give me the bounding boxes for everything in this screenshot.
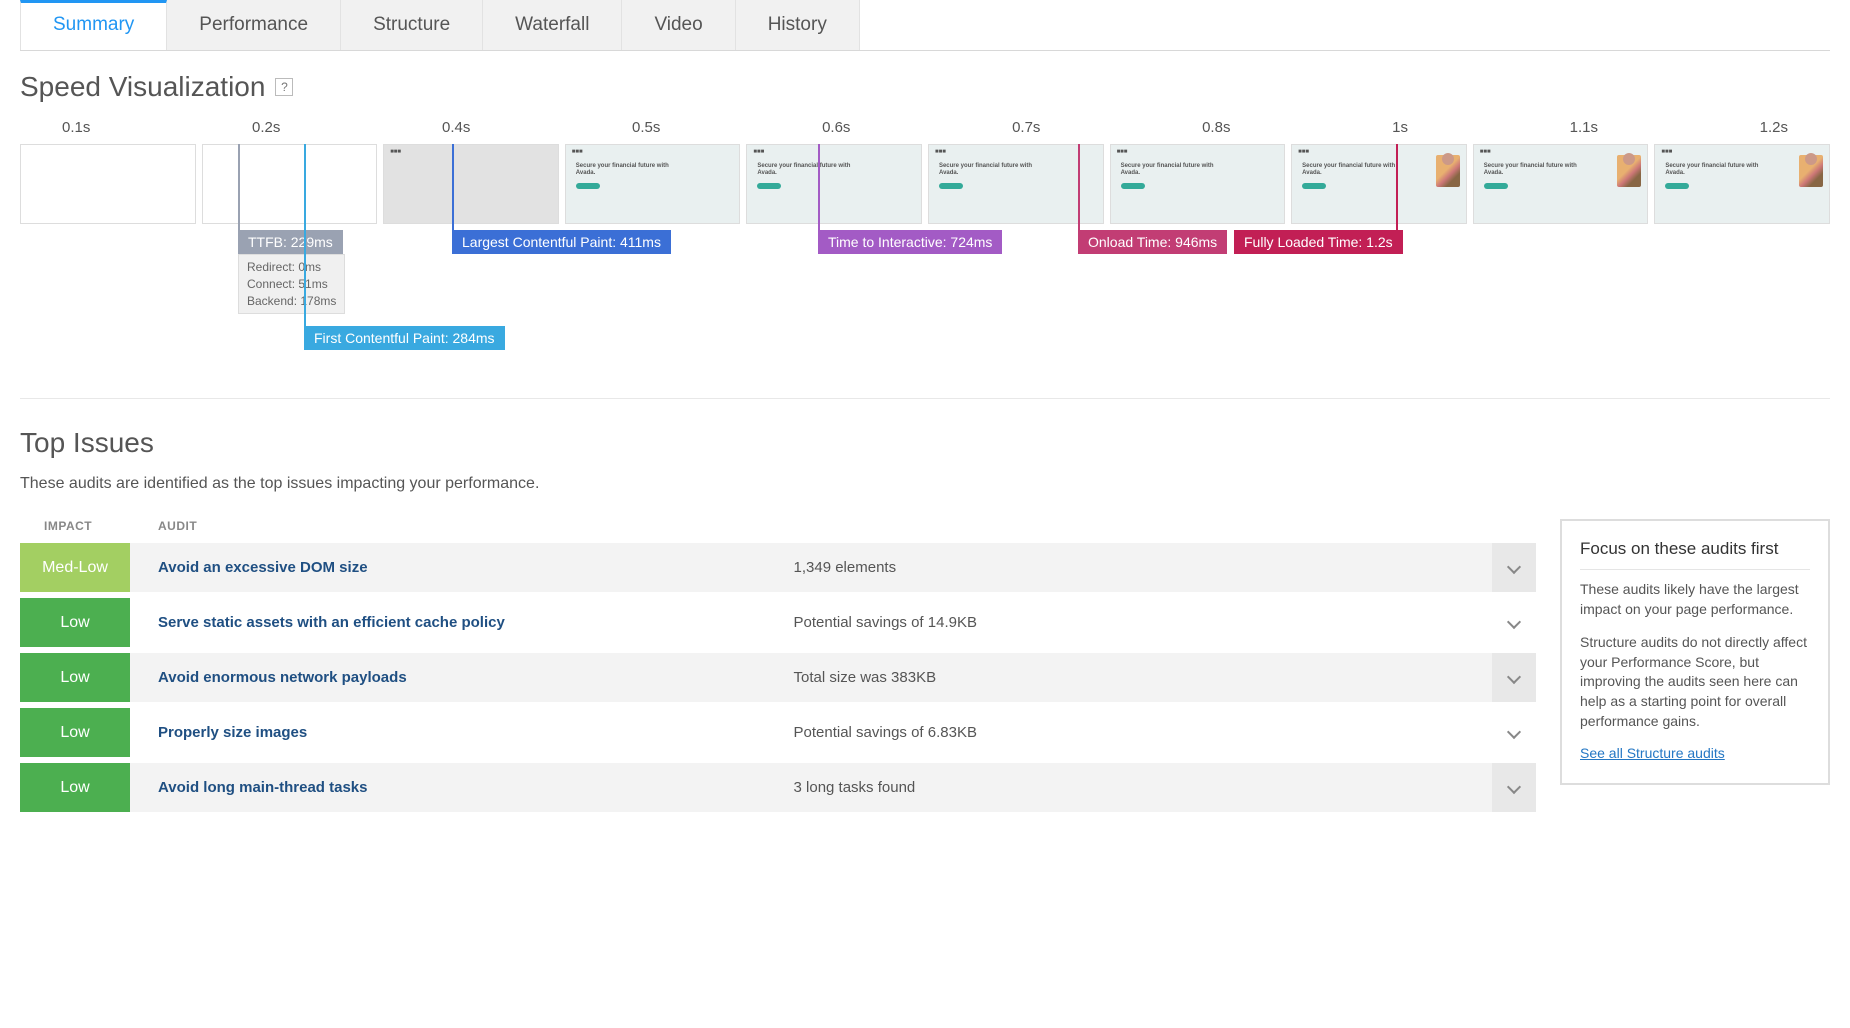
speed-visualization-heading: Speed Visualization ?	[20, 71, 1830, 103]
issue-row[interactable]: Low Serve static assets with an efficien…	[20, 598, 1536, 647]
issue-row[interactable]: Low Properly size images Potential savin…	[20, 708, 1536, 757]
audit-detail: Potential savings of 6.83KB	[794, 724, 1482, 741]
tick: 0.8s	[1202, 119, 1230, 136]
tab-video[interactable]: Video	[622, 0, 735, 50]
filmstrip-frame: ■■■Secure your financial future with Ava…	[565, 144, 741, 224]
issue-row[interactable]: Med-Low Avoid an excessive DOM size 1,34…	[20, 543, 1536, 592]
marker-line-fcp	[304, 144, 306, 328]
tick: 0.6s	[822, 119, 850, 136]
tab-history[interactable]: History	[736, 0, 860, 50]
chevron-down-icon	[1509, 669, 1519, 687]
col-header-audit: AUDIT	[130, 519, 1536, 533]
filmstrip-frame	[202, 144, 378, 224]
marker-line-ttfb	[238, 144, 240, 230]
tick: 1s	[1392, 119, 1408, 136]
marker-fully-loaded[interactable]: Fully Loaded Time: 1.2s	[1234, 230, 1403, 254]
audit-link[interactable]: Properly size images	[158, 724, 794, 741]
marker-tti[interactable]: Time to Interactive: 724ms	[818, 230, 1002, 254]
impact-badge: Med-Low	[20, 543, 130, 592]
tick: 0.4s	[442, 119, 470, 136]
marker-ttfb[interactable]: TTFB: 229ms	[238, 230, 343, 254]
marker-line-lcp	[452, 144, 454, 230]
filmstrip-frame: ■■■	[383, 144, 559, 224]
tick: 0.2s	[252, 119, 280, 136]
expand-toggle[interactable]	[1492, 763, 1536, 812]
speed-timeline: 0.1s 0.2s 0.4s 0.5s 0.6s 0.7s 0.8s 1s 1.…	[20, 119, 1830, 370]
audit-detail: Potential savings of 14.9KB	[794, 614, 1482, 631]
issue-row[interactable]: Low Avoid enormous network payloads Tota…	[20, 653, 1536, 702]
tab-waterfall[interactable]: Waterfall	[483, 0, 622, 50]
timeline-markers: TTFB: 229ms Redirect: 0ms Connect: 51ms …	[20, 230, 1830, 370]
issues-header: IMPACT AUDIT	[20, 519, 1536, 543]
expand-toggle[interactable]	[1492, 708, 1536, 757]
tick: 0.1s	[62, 119, 90, 136]
chevron-down-icon	[1509, 779, 1519, 797]
top-issues-heading: Top Issues	[20, 427, 1830, 459]
col-header-impact: IMPACT	[20, 519, 130, 533]
filmstrip-frame: ■■■Secure your financial future with Ava…	[1654, 144, 1830, 224]
impact-badge: Low	[20, 708, 130, 757]
expand-toggle[interactable]	[1492, 653, 1536, 702]
marker-fcp[interactable]: First Contentful Paint: 284ms	[304, 326, 505, 350]
see-all-structure-audits-link[interactable]: See all Structure audits	[1580, 745, 1725, 761]
tab-performance[interactable]: Performance	[167, 0, 341, 50]
section-divider	[20, 398, 1830, 399]
audit-detail: 3 long tasks found	[794, 779, 1482, 796]
marker-lcp[interactable]: Largest Contentful Paint: 411ms	[452, 230, 671, 254]
focus-card-title: Focus on these audits first	[1580, 539, 1810, 570]
audit-link[interactable]: Serve static assets with an efficient ca…	[158, 614, 794, 631]
chevron-down-icon	[1509, 559, 1519, 577]
focus-card-text: Structure audits do not directly affect …	[1580, 633, 1810, 731]
impact-badge: Low	[20, 653, 130, 702]
chevron-down-icon	[1509, 614, 1519, 632]
tick: 1.1s	[1570, 119, 1598, 136]
filmstrip-frame: ■■■Secure your financial future with Ava…	[1291, 144, 1467, 224]
help-icon[interactable]: ?	[275, 78, 293, 96]
marker-line-fully	[1396, 144, 1398, 230]
marker-ttfb-details: Redirect: 0ms Connect: 51ms Backend: 178…	[238, 254, 345, 314]
expand-toggle[interactable]	[1492, 543, 1536, 592]
tick: 0.7s	[1012, 119, 1040, 136]
tab-structure[interactable]: Structure	[341, 0, 483, 50]
tick: 1.2s	[1760, 119, 1788, 136]
marker-line-onload	[1078, 144, 1080, 230]
audit-link[interactable]: Avoid enormous network payloads	[158, 669, 794, 686]
tick: 0.5s	[632, 119, 660, 136]
focus-card-text: These audits likely have the largest imp…	[1580, 580, 1810, 619]
impact-badge: Low	[20, 763, 130, 812]
audit-link[interactable]: Avoid an excessive DOM size	[158, 559, 794, 576]
filmstrip-frame: ■■■Secure your financial future with Ava…	[1473, 144, 1649, 224]
impact-badge: Low	[20, 598, 130, 647]
marker-onload[interactable]: Onload Time: 946ms	[1078, 230, 1227, 254]
time-axis: 0.1s 0.2s 0.4s 0.5s 0.6s 0.7s 0.8s 1s 1.…	[20, 119, 1830, 144]
tab-summary[interactable]: Summary	[20, 0, 167, 50]
issues-table: IMPACT AUDIT Med-Low Avoid an excessive …	[20, 519, 1536, 818]
audit-link[interactable]: Avoid long main-thread tasks	[158, 779, 794, 796]
filmstrip-frame: ■■■Secure your financial future with Ava…	[1110, 144, 1286, 224]
focus-card: Focus on these audits first These audits…	[1560, 519, 1830, 785]
issue-row[interactable]: Low Avoid long main-thread tasks 3 long …	[20, 763, 1536, 812]
audit-detail: Total size was 383KB	[794, 669, 1482, 686]
chevron-down-icon	[1509, 724, 1519, 742]
speed-visualization-title: Speed Visualization	[20, 71, 265, 103]
filmstrip-frame: ■■■Secure your financial future with Ava…	[746, 144, 922, 224]
report-tabs: Summary Performance Structure Waterfall …	[20, 0, 1830, 51]
marker-line-tti	[818, 144, 820, 230]
filmstrip: ■■■ ■■■Secure your financial future with…	[20, 144, 1830, 224]
audit-detail: 1,349 elements	[794, 559, 1482, 576]
expand-toggle[interactable]	[1492, 598, 1536, 647]
top-issues-subtitle: These audits are identified as the top i…	[20, 475, 1830, 493]
filmstrip-frame	[20, 144, 196, 224]
